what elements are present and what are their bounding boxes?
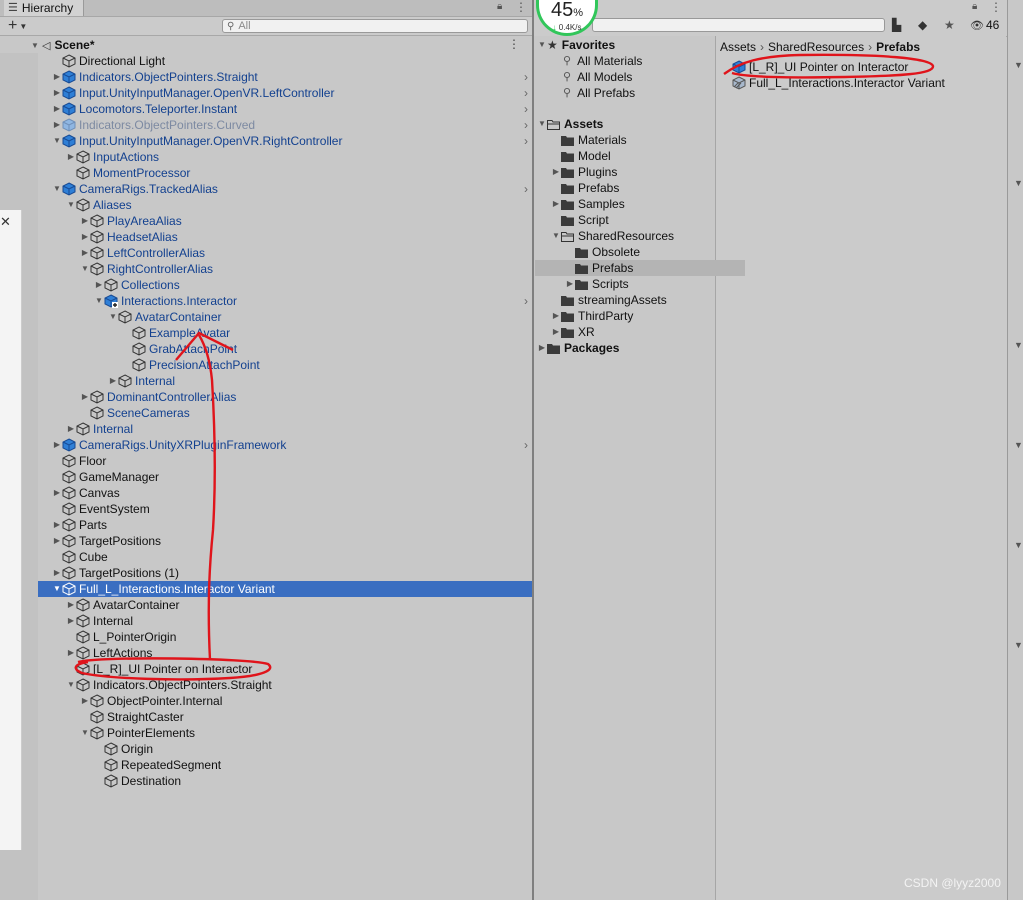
- foldout-arrow-icon[interactable]: ▼: [1014, 178, 1023, 188]
- annotation-arrow-line: [197, 334, 217, 661]
- foldout-arrow-icon[interactable]: ▼: [1014, 440, 1023, 450]
- annotation-circle-hierarchy: [74, 657, 272, 681]
- foldout-arrow-icon[interactable]: ▼: [1014, 60, 1023, 70]
- foldout-arrow-icon[interactable]: ▼: [1014, 540, 1023, 550]
- annotation-overlay: [74, 53, 935, 681]
- foldout-arrow-icon[interactable]: ▼: [1014, 640, 1023, 650]
- foldout-arrow-icon[interactable]: ▼: [1014, 340, 1023, 350]
- annotation-circle-project: [723, 53, 935, 79]
